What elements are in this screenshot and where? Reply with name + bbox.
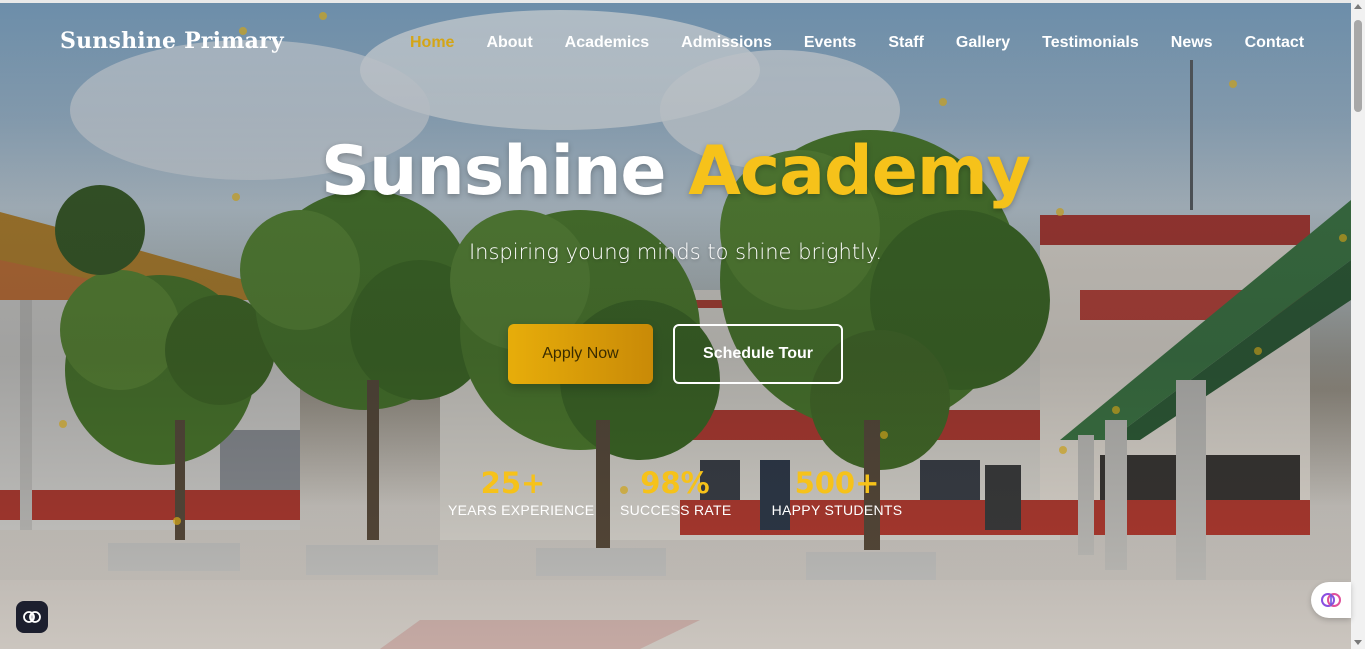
hero-title-accent: Academy (688, 132, 1031, 211)
hero-tagline: Inspiring young minds to shine brightly. (468, 240, 883, 264)
nav-gallery[interactable]: Gallery (956, 34, 1010, 52)
nav-news[interactable]: News (1171, 34, 1213, 52)
nav-events[interactable]: Events (804, 34, 856, 52)
assistant-widget-left[interactable] (16, 601, 48, 633)
nav-staff[interactable]: Staff (888, 34, 924, 52)
brain-icon (1321, 593, 1341, 607)
brand-logo[interactable]: Sunshine Primary (60, 28, 284, 54)
stat-years-value: 25+ (480, 466, 546, 500)
top-border (0, 0, 1365, 3)
scroll-up-arrow-icon[interactable] (1354, 4, 1362, 9)
nav-academics[interactable]: Academics (565, 34, 650, 52)
page-scrollbar[interactable] (1351, 0, 1365, 649)
stat-students-label: HAPPY STUDENTS (771, 502, 903, 518)
stat-students: 500+ HAPPY STUDENTS (770, 466, 904, 518)
nav-testimonials[interactable]: Testimonials (1042, 34, 1139, 52)
nav-contact[interactable]: Contact (1245, 34, 1305, 52)
hero-title: Sunshine Academy (0, 132, 1351, 211)
stat-years: 25+ YEARS EXPERIENCE (448, 466, 595, 518)
nav-home[interactable]: Home (410, 34, 454, 52)
main-nav: Home About Academics Admissions Events S… (410, 34, 1336, 52)
brain-icon (23, 611, 41, 623)
stat-success: 98% SUCCESS RATE (620, 466, 732, 518)
nav-admissions[interactable]: Admissions (681, 34, 772, 52)
stat-years-label: YEARS EXPERIENCE (448, 502, 595, 518)
nav-about[interactable]: About (486, 34, 532, 52)
scrollbar-thumb[interactable] (1354, 20, 1362, 112)
stat-success-value: 98% (640, 466, 710, 500)
hero-title-main: Sunshine (320, 132, 667, 211)
schedule-tour-button[interactable]: Schedule Tour (673, 324, 843, 384)
stat-students-value: 500+ (794, 466, 880, 500)
stat-success-label: SUCCESS RATE (620, 502, 732, 518)
assistant-widget-right[interactable] (1311, 582, 1351, 618)
scroll-down-arrow-icon[interactable] (1354, 640, 1362, 645)
apply-now-button[interactable]: Apply Now (508, 324, 653, 384)
